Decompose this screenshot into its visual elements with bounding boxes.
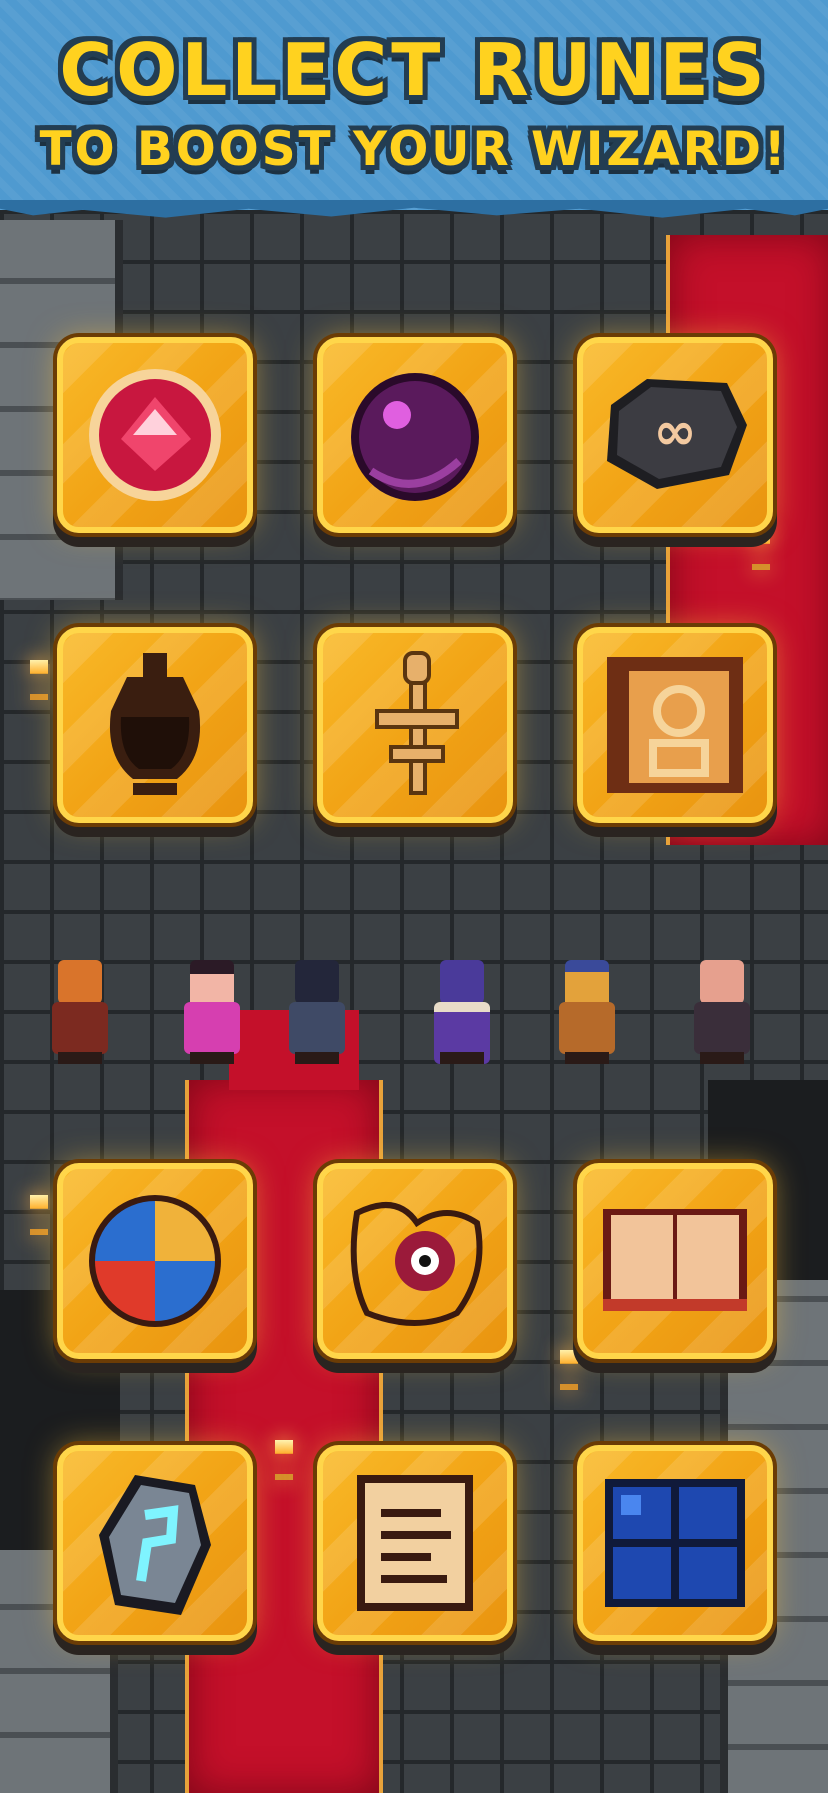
crystal-rune[interactable]: [57, 1445, 253, 1641]
portrait-icon: [607, 657, 743, 793]
open-book-icon: [603, 1209, 747, 1311]
beach-ball-icon: [89, 1195, 221, 1327]
bearded-wizard: [420, 950, 504, 1070]
hat-ranger: [545, 950, 629, 1070]
candle-icon: [752, 530, 770, 570]
candle-icon: [275, 1440, 293, 1480]
scroll-rune[interactable]: [317, 1445, 513, 1641]
portrait-rune[interactable]: [577, 627, 773, 823]
urn-icon: [109, 653, 201, 795]
header-banner: COLLECT RUNES TO BOOST YOUR WIZARD!: [0, 0, 828, 210]
svg-text:∞: ∞: [653, 402, 696, 462]
bone-key-rune[interactable]: [317, 627, 513, 823]
title-line-2: TO BOOST YOUR WIZARD!: [39, 122, 789, 177]
urn-rune[interactable]: [57, 627, 253, 823]
eye-map-icon: [350, 1202, 483, 1326]
infinity-stone-icon: ∞: [607, 379, 747, 489]
hooded-staff-mage: [275, 950, 359, 1070]
blue-window-icon: [605, 1479, 745, 1607]
dark-orb-rune[interactable]: [317, 337, 513, 533]
eye-map-rune[interactable]: [317, 1163, 513, 1359]
candle-icon: [30, 1195, 48, 1235]
ball-rune[interactable]: [57, 1163, 253, 1359]
bald-monk: [680, 950, 764, 1070]
purple-orb-icon: [351, 373, 479, 501]
red-gem-icon: [89, 369, 221, 501]
candle-icon: [560, 1350, 578, 1390]
cat-warrior: [38, 950, 122, 1070]
glowing-crystal-icon: [99, 1475, 211, 1615]
infinity-stone-rune[interactable]: ∞: [577, 337, 773, 533]
scroll-icon: [357, 1475, 473, 1611]
candle-icon: [30, 660, 48, 700]
pink-mage: [170, 950, 254, 1070]
red-gem-rune[interactable]: [57, 337, 253, 533]
bone-key-icon: [375, 651, 459, 795]
book-rune[interactable]: [577, 1163, 773, 1359]
title-line-1: COLLECT RUNES: [59, 28, 769, 112]
window-rune[interactable]: [577, 1445, 773, 1641]
